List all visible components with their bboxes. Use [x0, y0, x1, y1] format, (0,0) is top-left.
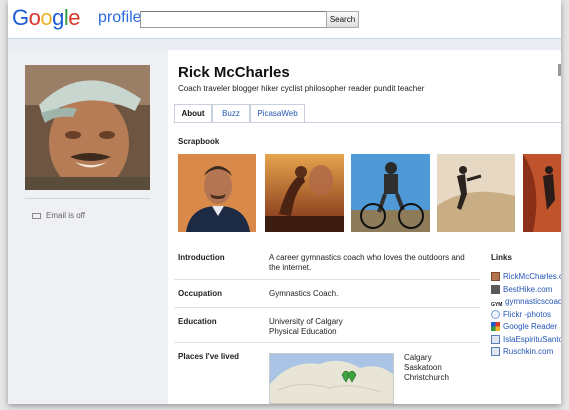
header-band [8, 38, 561, 50]
scrapbook-photo[interactable] [265, 154, 344, 232]
introduction-value: A career gymnastics coach who loves the … [269, 253, 465, 272]
scrapbook-photo[interactable] [523, 154, 561, 232]
tab-divider [174, 122, 561, 123]
logo-letter: G [12, 5, 29, 30]
education-line: Physical Education [269, 327, 337, 336]
education-label: Education [178, 317, 217, 326]
link-label: IslaEspirituSanto [503, 335, 561, 344]
portrait-image [178, 154, 256, 232]
divider [25, 198, 150, 199]
link-ruschkin[interactable]: Ruschkin.com [491, 347, 553, 356]
scrapbook-photo[interactable] [437, 154, 515, 232]
scrapbook-label: Scrapbook [178, 137, 220, 146]
place-item: Calgary [404, 353, 432, 362]
google-reader-icon [491, 322, 500, 331]
avatar-icon [491, 272, 500, 281]
besthike-icon [491, 285, 500, 294]
places-list: Calgary Saskatoon Christchurch [404, 353, 449, 383]
link-rickmccharles[interactable]: RickMcCharles.c [491, 272, 561, 281]
email-status: Email is off [32, 211, 85, 220]
link-islaespiritusanto[interactable]: IslaEspirituSanto [491, 335, 561, 344]
profile-photo[interactable] [25, 65, 150, 190]
places-lived-label: Places I've lived [178, 352, 240, 361]
divider [174, 307, 480, 308]
divider [174, 342, 480, 343]
link-flickr[interactable]: Flickr -photos [491, 310, 551, 319]
globe-icon [491, 347, 500, 356]
link-label: Ruschkin.com [503, 347, 554, 356]
gym-icon: GYM [491, 302, 503, 308]
occupation-label: Occupation [178, 289, 223, 298]
link-label: Google Reader [503, 322, 558, 331]
scrollbar[interactable] [558, 64, 561, 76]
profile-sidebar: Email is off [8, 50, 168, 404]
profile-tagline: Coach traveler blogger hiker cyclist phi… [178, 84, 425, 93]
cyclist-image [351, 154, 430, 232]
collage-image [265, 154, 344, 232]
link-label: gymnasticscoac [505, 297, 561, 306]
envelope-icon [32, 212, 41, 219]
tab-about[interactable]: About [174, 104, 212, 123]
places-map[interactable] [269, 353, 394, 404]
logo-letter: e [68, 5, 81, 30]
globe-icon [491, 335, 500, 344]
search-input[interactable] [140, 11, 328, 28]
place-item: Christchurch [404, 373, 449, 382]
link-google-reader[interactable]: Google Reader [491, 322, 557, 331]
divider [174, 279, 480, 280]
logo-letter: g [52, 5, 64, 30]
profile-photo-image [25, 65, 150, 190]
header: Google profiles Search [8, 0, 561, 38]
introduction-label: Introduction [178, 253, 225, 262]
link-label: Flickr -photos [503, 310, 552, 319]
education-value: University of Calgary Physical Education [269, 317, 343, 337]
link-besthike[interactable]: BestHike.com [491, 285, 552, 294]
email-status-text: Email is off [46, 211, 85, 220]
google-logo[interactable]: Google [12, 5, 81, 31]
dunes-image [437, 154, 515, 232]
occupation-value: Gymnastics Coach. [269, 289, 339, 298]
logo-letter: o [40, 5, 53, 30]
browser-page: Google profiles Search Email is off Rick… [8, 0, 561, 404]
place-item: Saskatoon [404, 363, 442, 372]
tab-buzz[interactable]: Buzz [212, 104, 250, 123]
scrapbook-photo[interactable] [178, 154, 256, 232]
profile-main: Rick McCharles Coach traveler blogger hi… [168, 50, 561, 404]
link-label: RickMcCharles.c [503, 272, 561, 281]
education-line: University of Calgary [269, 317, 343, 326]
tab-picasaweb[interactable]: PicasaWeb [250, 104, 305, 123]
link-label: BestHike.com [503, 285, 553, 294]
search-button[interactable]: Search [326, 11, 359, 28]
links-title: Links [491, 253, 512, 262]
profile-name: Rick McCharles [178, 64, 290, 81]
map-image [270, 354, 393, 403]
scrapbook-photo[interactable] [351, 154, 430, 232]
logo-letter: o [28, 5, 41, 30]
link-gymnasticscoach[interactable]: GYM gymnasticscoac [491, 297, 561, 310]
flickr-icon [491, 310, 500, 319]
canyon-image [523, 154, 561, 232]
